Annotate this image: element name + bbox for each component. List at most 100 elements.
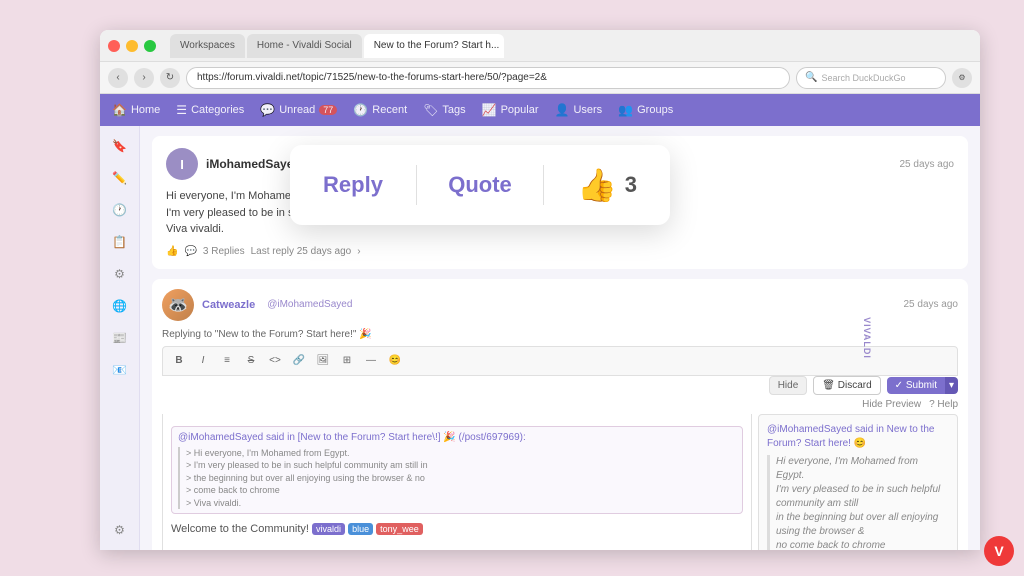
reply-editor[interactable]: @iMohamedSayed said in [New to the Forum… <box>162 414 752 551</box>
nav-home-label: Home <box>131 104 160 116</box>
editor-quote-attribution: @iMohamedSayed said in [New to the Forum… <box>178 431 736 445</box>
search-bar[interactable]: 🔍 Search DuckDuckGo <box>796 67 946 89</box>
hr-button[interactable]: — <box>361 351 381 371</box>
discard-button[interactable]: 🗑 Discard <box>813 376 880 395</box>
tab-vivaldi-social[interactable]: Home - Vivaldi Social <box>247 34 362 58</box>
replying-emoji: 🎉 <box>359 329 371 340</box>
trash-icon: 🗑 <box>822 380 835 391</box>
editor-welcome-text: Welcome to the Community! vivaldi blue t… <box>171 522 743 537</box>
quote-button[interactable]: Quote <box>417 145 543 225</box>
tab-vivaldi-social-label: Home - Vivaldi Social <box>257 40 352 51</box>
categories-icon: ☰ <box>176 103 187 117</box>
reply-body: @iMohamedSayed said in [New to the Forum… <box>162 414 958 551</box>
hide-button[interactable]: Hide <box>769 376 808 395</box>
nav-unread-label: Unread <box>279 104 315 116</box>
tab-workspaces-label: Workspaces <box>180 40 235 51</box>
unread-badge: 77 <box>319 105 337 115</box>
search-placeholder: Search DuckDuckGo <box>821 73 905 83</box>
reply-label: Reply <box>323 172 383 198</box>
submit-arrow-button[interactable]: ▾ <box>945 377 958 394</box>
hide-preview-button[interactable]: Hide Preview <box>862 399 921 410</box>
left-sidebar: 🔖 ✏️ 🕐 📋 ⚙ 🌐 📰 📧 ⚙ <box>100 126 140 550</box>
sidebar-icon-1[interactable]: 🔖 <box>108 134 132 158</box>
pq-line2: I'm very pleased to be in such helpful c… <box>776 483 949 511</box>
unread-icon: 💬 <box>260 103 275 117</box>
recent-icon: 🕐 <box>353 103 368 117</box>
back-button[interactable]: ‹ <box>108 68 128 88</box>
forum-navigation: 🏠 Home ☰ Categories 💬 Unread 77 🕐 Recent… <box>100 94 980 126</box>
vivaldi-logo[interactable]: V <box>984 536 1014 566</box>
nav-categories[interactable]: ☰ Categories <box>176 103 244 117</box>
checkmark-icon: ✓ <box>895 380 903 391</box>
browser-window: Workspaces Home - Vivaldi Social New to … <box>100 30 980 550</box>
bold-button[interactable]: B <box>169 351 189 371</box>
sidebar-icon-7[interactable]: 📰 <box>108 326 132 350</box>
avatar-catweazle: 🦝 <box>162 289 194 321</box>
catweazle-username: Catweazle <box>202 299 255 311</box>
nav-categories-label: Categories <box>191 104 244 116</box>
list-button[interactable]: ≡ <box>217 351 237 371</box>
nav-popular-label: Popular <box>501 104 539 116</box>
sidebar-icon-4[interactable]: 📋 <box>108 230 132 254</box>
tab-forum-active[interactable]: New to the Forum? Start h... <box>364 34 504 58</box>
like-button[interactable]: 👍 3 <box>544 145 670 225</box>
home-icon: 🏠 <box>112 103 127 117</box>
sidebar-icon-5[interactable]: ⚙ <box>108 262 132 286</box>
replies-chevron[interactable]: › <box>357 246 360 257</box>
tab-forum-label: New to the Forum? Start h... <box>374 40 500 51</box>
nav-tags[interactable]: 🏷 Tags <box>423 103 465 117</box>
nav-recent-label: Recent <box>372 104 407 116</box>
maximize-button[interactable] <box>144 40 156 52</box>
bq-line4: > come back to chrome <box>186 484 736 497</box>
replying-to-label: Replying to "New to the Forum? Start her… <box>162 329 958 340</box>
post-time-2: 25 days ago <box>904 299 959 310</box>
vivaldi-side-label: VIVALDI <box>862 317 872 359</box>
table-button[interactable]: ⊞ <box>337 351 357 371</box>
preview-smiley: 😊 <box>854 438 866 449</box>
sidebar-icon-8[interactable]: 📧 <box>108 358 132 382</box>
post-footer-1: 👍 💬 3 Replies Last reply 25 days ago › <box>166 246 954 257</box>
close-button[interactable] <box>108 40 120 52</box>
image-button[interactable]: 🖼 <box>313 351 333 371</box>
action-popup: Reply Quote 👍 3 <box>290 145 670 225</box>
navigation-bar: ‹ › ↻ https://forum.vivaldi.net/topic/71… <box>100 62 980 94</box>
link-button[interactable]: 🔗 <box>289 351 309 371</box>
sidebar-icon-2[interactable]: ✏️ <box>108 166 132 190</box>
strikethrough-button[interactable]: S <box>241 351 261 371</box>
nav-popular[interactable]: 📈 Popular <box>482 103 539 117</box>
sidebar-icon-6[interactable]: 🌐 <box>108 294 132 318</box>
reload-button[interactable]: ↻ <box>160 68 180 88</box>
reply-preview: @iMohamedSayed said in New to the Forum?… <box>758 414 958 551</box>
post-header-2: 🦝 Catweazle @iMohamedSayed 25 days ago <box>162 289 958 321</box>
preview-quoted: Hi everyone, I'm Mohamed from Egypt. I'm… <box>767 455 949 551</box>
forward-button[interactable]: › <box>134 68 154 88</box>
minimize-button[interactable] <box>126 40 138 52</box>
code-button[interactable]: <> <box>265 351 285 371</box>
nav-unread[interactable]: 💬 Unread 77 <box>260 103 337 117</box>
nav-users[interactable]: 👤 Users <box>554 103 602 117</box>
like-icon-small: 👍 <box>166 246 178 257</box>
sidebar-icon-3[interactable]: 🕐 <box>108 198 132 222</box>
submit-bar: Hide 🗑 Discard ✓ Submit ▾ <box>162 376 958 395</box>
submit-button[interactable]: ✓ Submit <box>887 377 945 394</box>
titlebar: Workspaces Home - Vivaldi Social New to … <box>100 30 980 62</box>
editor-tag-tony: tony_wee <box>376 523 423 535</box>
nav-home[interactable]: 🏠 Home <box>112 103 160 117</box>
nav-users-label: Users <box>573 104 602 116</box>
reply-button[interactable]: Reply <box>290 145 416 225</box>
tab-workspaces[interactable]: Workspaces <box>170 34 245 58</box>
reply-icon-small: 💬 <box>184 246 196 257</box>
help-button[interactable]: ? Help <box>929 399 958 410</box>
nav-recent[interactable]: 🕐 Recent <box>353 103 407 117</box>
bq-line5: > Viva vivaldi. <box>186 497 736 510</box>
preview-mention-link: @iMohamedSayed said in New to the Forum?… <box>767 423 949 451</box>
italic-button[interactable]: I <box>193 351 213 371</box>
submit-group: ✓ Submit ▾ <box>887 377 958 394</box>
last-reply: Last reply 25 days ago <box>251 246 352 257</box>
url-bar[interactable]: https://forum.vivaldi.net/topic/71525/ne… <box>186 67 790 89</box>
sidebar-settings-icon[interactable]: ⚙ <box>108 518 132 542</box>
pq-line1: Hi everyone, I'm Mohamed from Egypt. <box>776 455 949 483</box>
nav-groups[interactable]: 👥 Groups <box>618 103 673 117</box>
extensions-button[interactable]: ⚙ <box>952 68 972 88</box>
emoji-button[interactable]: 😊 <box>385 351 405 371</box>
